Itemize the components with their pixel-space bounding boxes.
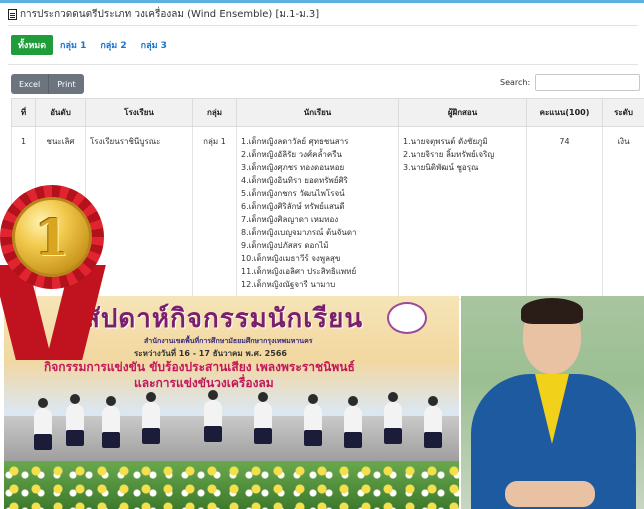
document-icon (8, 8, 17, 20)
musician (66, 394, 84, 446)
print-button[interactable]: Print (49, 74, 84, 94)
musician (254, 392, 272, 444)
table-header-row: ที่ อันดับ โรงเรียน กลุ่ม นักเรียน ผู้ฝึ… (11, 98, 644, 127)
poster-subtitle: สำนักงานเขตพื้นที่การศึกษามัธยมศึกษากรุง… (144, 337, 313, 345)
hands (505, 481, 595, 507)
search-area: Search: (500, 74, 641, 91)
excel-button[interactable]: Excel (11, 74, 50, 94)
event-logo (387, 302, 427, 334)
coach-name: 3.นายนิติพัฒน์ ชูอรุณ (403, 163, 479, 172)
student-name: 3.เด็กหญิงศุภชร ทองดอนหอย (241, 163, 345, 172)
tab-all[interactable]: ทั้งหมด (11, 35, 54, 55)
student-name: 8.เด็กหญิงเบญจมาภรณ์ ต้นจันดา (241, 228, 357, 237)
tab-group-3[interactable]: กลุ่ม 3 (134, 35, 174, 55)
divider (8, 64, 638, 65)
col-header-score[interactable]: คะแนน(100) (526, 98, 603, 127)
search-label: Search: (500, 78, 531, 87)
col-header-rank[interactable]: อันดับ (35, 98, 86, 127)
student-name: 12.เด็กหญิงณัฐจารี นามาบ (241, 280, 336, 289)
col-header-no[interactable]: ที่ (11, 98, 36, 127)
col-header-coaches[interactable]: ผู้ฝึกสอน (398, 98, 527, 127)
poster-title: สัปดาห์กิจกรรมนักเรียน (84, 304, 364, 334)
student-name: 4.เด็กหญิงอินทิรา ยอดทรัพย์ศิริ (241, 176, 348, 185)
musician (344, 396, 362, 448)
cell-group: กลุ่ม 1 (192, 126, 237, 300)
student-name: 1.เด็กหญิงลดาวัลย์ ศุทธชนสาร (241, 137, 349, 146)
cell-students: 1.เด็กหญิงลดาวัลย์ ศุทธชนสาร 2.เด็กหญิงอ… (236, 126, 399, 300)
musician (384, 392, 402, 444)
group-tabs: ทั้งหมด กลุ่ม 1 กลุ่ม 2 กลุ่ม 3 (11, 35, 174, 55)
page-heading: การประกวดดนตรีประเภท วงเครื่องลม (Wind E… (8, 6, 319, 22)
cell-score: 74 (526, 126, 603, 300)
student-name: 9.เด็กหญิงปภัสสร ดอกไม้ (241, 241, 329, 250)
student-name: 5.เด็กหญิงกชกร วัฒนไพโรจน์ (241, 189, 345, 198)
col-header-school[interactable]: โรงเรียน (85, 98, 193, 127)
musician (102, 396, 120, 448)
coach-name: 1.นายจตุพรนต์ ดังชัยภูมิ (403, 137, 488, 146)
hair (521, 298, 583, 324)
tab-group-1[interactable]: กลุ่ม 1 (53, 35, 93, 55)
poster-line-2: และการแข่งขันวงเครื่องลม (134, 376, 274, 390)
student-name: 7.เด็กหญิงศิลญาดา เหมทอง (241, 215, 339, 224)
musician (424, 396, 442, 448)
coach-name: 2.นายจิราย ลิ้มทรัพย์เจริญ (403, 150, 495, 159)
musician (304, 394, 322, 446)
col-header-group[interactable]: กลุ่ม (192, 98, 237, 127)
student-name: 2.เด็กหญิงอัลิรัย วงศ์คล้ำครืน (241, 150, 342, 159)
page-title: การประกวดดนตรีประเภท วงเครื่องลม (Wind E… (20, 8, 320, 20)
top-accent-bar (0, 0, 644, 3)
col-header-level[interactable]: ระดับ (602, 98, 644, 127)
gold-medal-icon: 1 (0, 185, 108, 365)
student-name: 10.เด็กหญิงเมธาวีร์ จงพูลสุข (241, 254, 341, 263)
tab-group-2[interactable]: กลุ่ม 2 (93, 35, 133, 55)
search-input[interactable] (535, 74, 641, 91)
cell-level: เงิน (602, 126, 644, 300)
col-header-students[interactable]: นักเรียน (236, 98, 399, 127)
student-name: 11.เด็กหญิงเอลิศา ประสิทธิแพทย์ (241, 267, 357, 276)
teacher-portrait (461, 296, 644, 509)
export-buttons: Excel Print (11, 74, 84, 94)
flower-decoration (4, 461, 459, 509)
divider (8, 25, 638, 26)
medal-number: 1 (12, 197, 92, 277)
musician (34, 398, 52, 450)
cell-coaches: 1.นายจตุพรนต์ ดังชัยภูมิ 2.นายจิราย ลิ้ม… (398, 126, 527, 300)
student-name: 6.เด็กหญิงศิริลักษ์ ทรัพย์แสนดี (241, 202, 345, 211)
musician (142, 392, 160, 444)
musician (204, 390, 222, 442)
